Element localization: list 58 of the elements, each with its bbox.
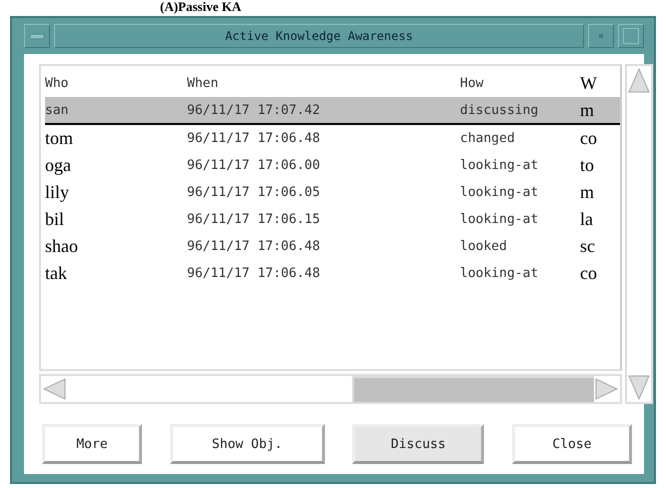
table-cell-text: looking-at xyxy=(460,212,540,227)
table-cell-text: to xyxy=(580,155,596,176)
up-arrow-icon[interactable] xyxy=(627,66,651,94)
dialog-button[interactable]: Show Obj. xyxy=(170,424,325,464)
horizontal-scrollbar[interactable] xyxy=(39,374,622,404)
dialog-button[interactable]: More xyxy=(42,424,142,464)
vertical-scrollbar[interactable] xyxy=(625,64,653,404)
table-cell-text: looking-at xyxy=(460,266,540,281)
table-cell-text: m xyxy=(580,182,596,203)
table-cell-text: co xyxy=(580,263,598,284)
dialog-button[interactable]: Close xyxy=(512,424,632,464)
table-cell-text: 96/11/17 17:06.48 xyxy=(187,131,322,146)
selected-row[interactable]: san 96/11/17 17:07.42 discussing m xyxy=(45,97,620,125)
table-cell-text: 96/11/17 17:06.48 xyxy=(187,266,322,281)
table-cell-text: looked xyxy=(460,239,508,254)
table-cell-text: looking-at xyxy=(460,158,540,173)
list-row[interactable]: tom 96/11/17 17:06.48 changed co xyxy=(45,125,620,152)
table-cell-text: co xyxy=(580,128,598,149)
left-arrow-icon[interactable] xyxy=(41,377,67,401)
column-header: When xyxy=(187,76,220,91)
table-cell-text: sc xyxy=(580,236,596,257)
window-title: Active Knowledge Awareness xyxy=(54,24,584,48)
list-row[interactable]: shao 96/11/17 17:06.48 looked sc xyxy=(45,233,620,260)
table-cell-text: oga xyxy=(45,155,72,176)
right-arrow-icon[interactable] xyxy=(594,377,620,401)
list-row[interactable]: tak 96/11/17 17:06.48 looking-at co xyxy=(45,260,620,287)
table-cell-text: discussing xyxy=(460,102,540,118)
table-cell-text: m xyxy=(580,100,596,120)
table-cell-text: 96/11/17 17:06.05 xyxy=(187,185,322,200)
table-cell-text: 96/11/17 17:07.42 xyxy=(187,102,322,118)
table-cell-text: 96/11/17 17:06.00 xyxy=(187,158,322,173)
table-cell-text: tak xyxy=(45,263,68,284)
menu-icon xyxy=(30,34,44,38)
list-row[interactable]: bil 96/11/17 17:06.15 looking-at la xyxy=(45,206,620,233)
table-cell-text: san xyxy=(45,102,70,118)
table-cell-text: shao xyxy=(45,236,79,257)
table-cell-text: bil xyxy=(45,209,66,230)
table-cell-text: la xyxy=(580,209,594,230)
table-cell-text: changed xyxy=(460,131,516,146)
table-cell-text: lily xyxy=(45,182,70,203)
table-cell-text: looking-at xyxy=(460,185,540,200)
table-cell-text: 96/11/17 17:06.48 xyxy=(187,239,322,254)
column-header: W xyxy=(580,73,598,94)
maximize-button[interactable] xyxy=(618,24,644,48)
scrollbar-thumb[interactable] xyxy=(352,376,594,402)
list-row[interactable]: oga 96/11/17 17:06.00 looking-at to xyxy=(45,152,620,179)
column-header: How xyxy=(460,76,484,91)
figure-caption: (A)Passive KA xyxy=(160,0,242,14)
table-cell-text: tom xyxy=(45,128,74,149)
list-row[interactable]: lily 96/11/17 17:06.05 looking-at m xyxy=(45,179,620,206)
dialog-button[interactable]: Discuss xyxy=(352,424,484,464)
down-arrow-icon[interactable] xyxy=(627,374,651,402)
column-header: Who xyxy=(45,76,70,91)
minimize-button[interactable] xyxy=(588,24,614,48)
minimize-icon xyxy=(599,34,603,38)
table-cell-text: 96/11/17 17:06.15 xyxy=(187,212,322,227)
window-menu-button[interactable] xyxy=(24,24,50,48)
maximize-icon xyxy=(623,28,639,44)
